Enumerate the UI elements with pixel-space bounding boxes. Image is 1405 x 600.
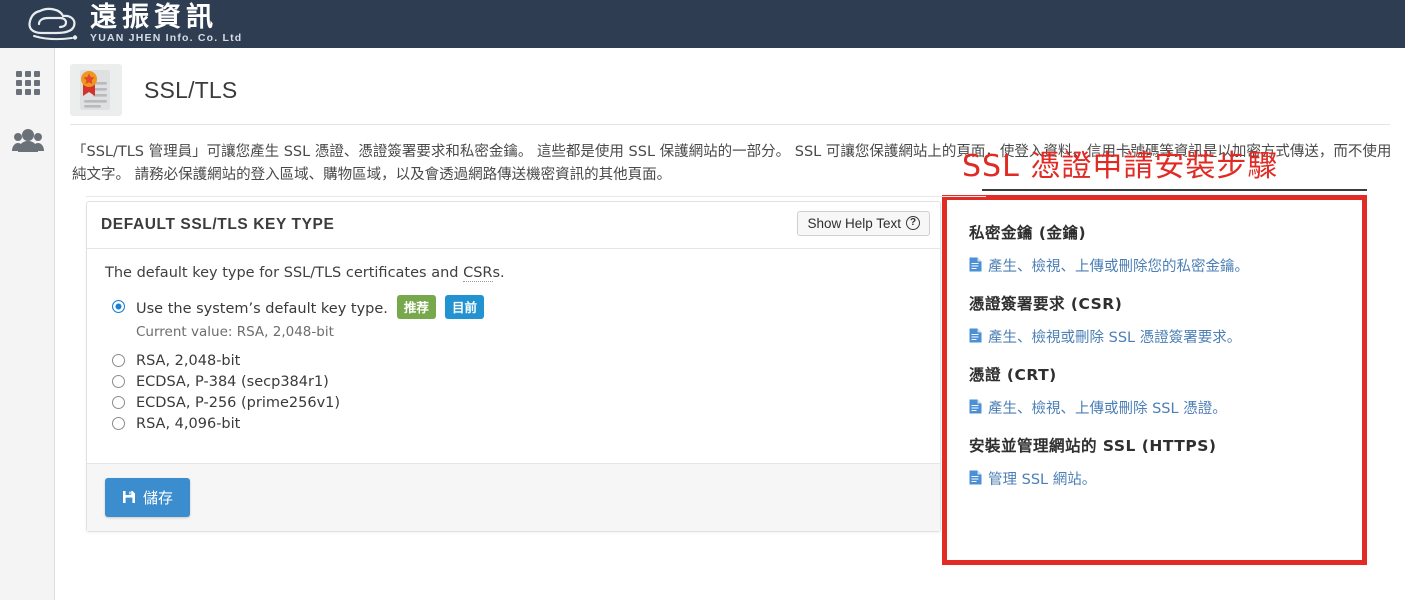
radio-option-ecdsa-p256[interactable]: ECDSA, P-256 (prime256v1) [105,395,922,411]
show-help-text-label: Show Help Text [807,215,901,231]
page-header: SSL/TLS [56,48,1405,118]
grid-icon [15,71,40,95]
radio-label: RSA, 4,096-bit [136,415,241,432]
link-private-key[interactable]: 產生、檢視、上傳或刪除您的私密金鑰。 [969,255,1344,276]
document-icon [969,328,982,343]
card-footer: 儲存 [87,462,940,531]
page-bottom-divider [86,195,986,197]
radio-label: RSA, 2,048-bit [136,352,241,369]
radio-option-rsa-2048[interactable]: RSA, 2,048-bit [105,353,922,369]
key-type-options: RSA, 2,048-bit ECDSA, P-384 (secp384r1) … [105,353,922,432]
radio-option-rsa-4096[interactable]: RSA, 4,096-bit [105,416,922,432]
cloud-logo-icon [28,7,78,41]
section-heading-crt: 憑證 (CRT) [969,365,1057,384]
system-default-label: Use the system’s default key type. [136,300,388,317]
sidebar-item-users[interactable] [0,112,55,170]
radio-label: ECDSA, P-256 (prime256v1) [136,394,341,411]
floppy-save-icon [123,491,135,504]
save-button-label: 儲存 [143,488,174,507]
section-heading-private-key: 私密金鑰 (金鑰) [969,223,1087,242]
badge-recommended: 推荐 [396,294,436,319]
section-heading-https: 安裝並管理網站的 SSL (HTTPS) [969,436,1217,455]
ssl-steps-title: SSL 憑證申請安裝步驟 [962,148,1279,184]
brand-name-en: YUAN JHEN Info. Co. Ltd [90,32,243,45]
save-button[interactable]: 儲存 [105,477,191,517]
csr-abbr: CSR [463,264,493,282]
radio-indicator[interactable] [112,396,125,410]
default-key-type-card: DEFAULT SSL/TLS KEY TYPE Show Help Text … [86,200,941,532]
link-crt[interactable]: 產生、檢視、上傳或刪除 SSL 憑證。 [969,397,1344,418]
radio-option-system-default[interactable]: Use the system’s default key type. 推荐 目前 [105,294,922,319]
document-icon [969,257,982,272]
link-label: 產生、檢視、上傳或刪除您的私密金鑰。 [988,258,1249,275]
radio-indicator[interactable] [112,375,125,389]
ssl-steps-box: 私密金鑰 (金鑰) 產生、檢視、上傳或刪除您的私密金鑰。 憑證簽署要求 (CSR… [942,194,1367,565]
radio-option-ecdsa-p384[interactable]: ECDSA, P-384 (secp384r1) [105,374,922,390]
badge-current: 目前 [444,294,484,319]
page-content: SSL/TLS 「SSL/TLS 管理員」可讓您產生 SSL 憑證、憑證簽署要求… [56,48,1405,600]
lead-text-after: s. [492,264,505,281]
link-label: 管理 SSL 網站。 [988,471,1097,488]
card-lead-text: The default key type for SSL/TLS certifi… [105,264,922,282]
radio-indicator[interactable] [112,300,125,314]
show-help-text-button[interactable]: Show Help Text ? [797,210,930,236]
lead-text-before: The default key type for SSL/TLS certifi… [105,264,464,281]
card-header: DEFAULT SSL/TLS KEY TYPE Show Help Text … [87,202,940,249]
link-label: 產生、檢視或刪除 SSL 憑證簽署要求。 [988,329,1242,346]
link-manage-ssl-sites[interactable]: 管理 SSL 網站。 [969,468,1344,489]
card-title: DEFAULT SSL/TLS KEY TYPE [101,215,335,233]
radio-label: ECDSA, P-384 (secp384r1) [136,373,329,390]
page-title: SSL/TLS [144,76,238,103]
header-divider [70,124,1390,125]
ssl-certificate-icon [70,64,122,116]
document-icon [969,399,982,414]
users-icon [11,129,44,152]
link-csr[interactable]: 產生、檢視或刪除 SSL 憑證簽署要求。 [969,326,1344,347]
link-label: 產生、檢視、上傳或刪除 SSL 憑證。 [988,400,1227,417]
card-body: The default key type for SSL/TLS certifi… [87,249,940,463]
question-circle-icon: ? [906,216,920,231]
brand[interactable]: 遠振資訊 YUAN JHEN Info. Co. Ltd [26,4,242,44]
title-underline [982,188,1367,191]
top-bar: 遠振資訊 YUAN JHEN Info. Co. Ltd [0,0,1405,48]
radio-indicator[interactable] [112,417,125,431]
ssl-steps-panel: SSL 憑證申請安裝步驟 私密金鑰 (金鑰) 產生、檢視、上傳或刪除您的私密金鑰… [942,141,1367,565]
current-value-text: Current value: RSA, 2,048-bit [136,323,334,340]
sidebar [0,48,55,600]
sidebar-item-apps[interactable] [0,54,55,112]
radio-indicator[interactable] [112,354,125,368]
document-icon [969,470,982,485]
radio-label: Use the system’s default key type. 推荐 目前 [136,294,484,319]
brand-name-cn: 遠振資訊 [90,2,218,34]
section-heading-csr: 憑證簽署要求 (CSR) [969,294,1123,313]
